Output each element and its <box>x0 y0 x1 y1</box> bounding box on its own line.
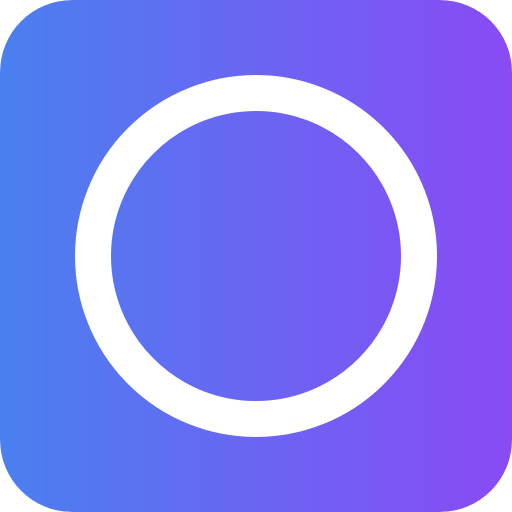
app-icon[interactable] <box>0 0 512 512</box>
app-icon-graphic <box>0 0 512 512</box>
